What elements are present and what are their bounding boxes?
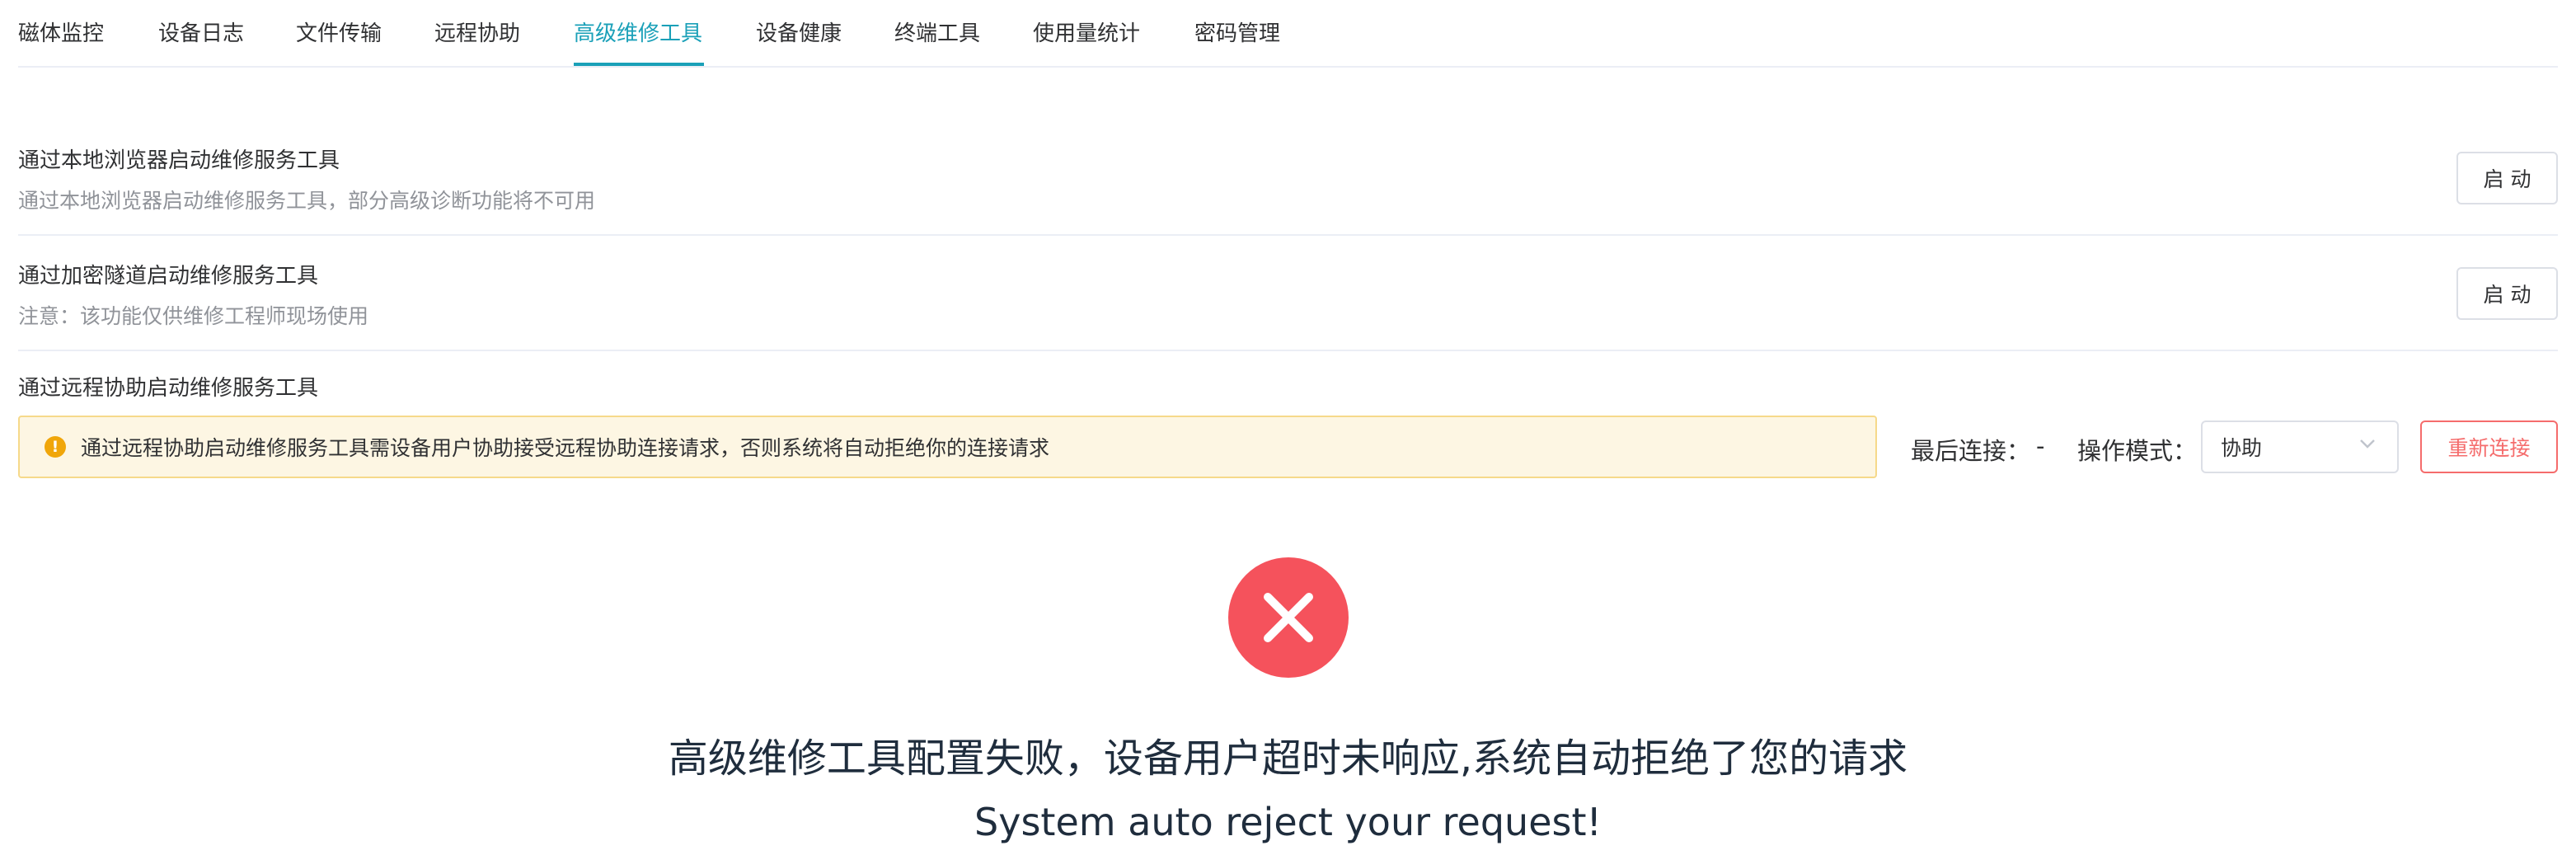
chevron-down-icon: [2358, 434, 2377, 458]
tab-usage-statistics[interactable]: 使用量统计: [1033, 16, 1140, 47]
tab-terminal-tools[interactable]: 终端工具: [894, 16, 980, 47]
result-subtitle: System auto reject your request!: [974, 800, 1602, 844]
tab-remote-assistance[interactable]: 远程协助: [434, 16, 520, 47]
encrypted-tunnel-start-button[interactable]: 启 动: [2456, 267, 2558, 320]
local-browser-title: 通过本地浏览器启动维修服务工具: [18, 148, 340, 173]
tab-device-logs[interactable]: 设备日志: [158, 16, 244, 47]
remote-assist-warning-alert: ! 通过远程协助启动维修服务工具需设备用户协助接受远程协助连接请求，否则系统将自…: [18, 416, 1877, 478]
remote-assist-title: 通过远程协助启动维修服务工具: [18, 376, 319, 401]
encrypted-tunnel-title: 通过加密隧道启动维修服务工具: [18, 264, 319, 289]
tab-device-health[interactable]: 设备健康: [756, 16, 842, 47]
operation-mode-label: 操作模式：: [2077, 437, 2198, 465]
tab-advanced-repair-tools[interactable]: 高级维修工具: [574, 16, 702, 47]
tab-password-management[interactable]: 密码管理: [1194, 16, 1280, 47]
tab-magnet-monitoring[interactable]: 磁体监控: [18, 16, 104, 47]
divider: [18, 234, 2558, 236]
operation-mode-value: 协助: [2221, 436, 2263, 460]
error-x-icon: [1228, 557, 1349, 678]
operation-mode-select[interactable]: 协助: [2201, 420, 2399, 473]
result-title: 高级维修工具配置失败，设备用户超时未响应,系统自动拒绝了您的请求: [668, 735, 1908, 782]
divider: [18, 350, 2558, 351]
encrypted-tunnel-description: 注意：该功能仅供维修工程师现场使用: [18, 304, 369, 328]
active-tab-indicator: [574, 63, 704, 66]
local-browser-start-button[interactable]: 启 动: [2456, 152, 2558, 204]
local-browser-description: 通过本地浏览器启动维修服务工具，部分高级诊断功能将不可用: [18, 189, 596, 213]
tab-bar: 磁体监控 设备日志 文件传输 远程协助 高级维修工具 设备健康 终端工具 使用量…: [18, 0, 2558, 68]
warning-icon: !: [45, 436, 66, 458]
reconnect-button[interactable]: 重新连接: [2420, 420, 2558, 473]
tab-file-transfer[interactable]: 文件传输: [296, 16, 382, 47]
last-connection-label: 最后连接：: [1911, 437, 2031, 465]
alert-message: 通过远程协助启动维修服务工具需设备用户协助接受远程协助连接请求，否则系统将自动拒…: [81, 436, 1050, 460]
last-connection-value: -: [2036, 432, 2045, 460]
